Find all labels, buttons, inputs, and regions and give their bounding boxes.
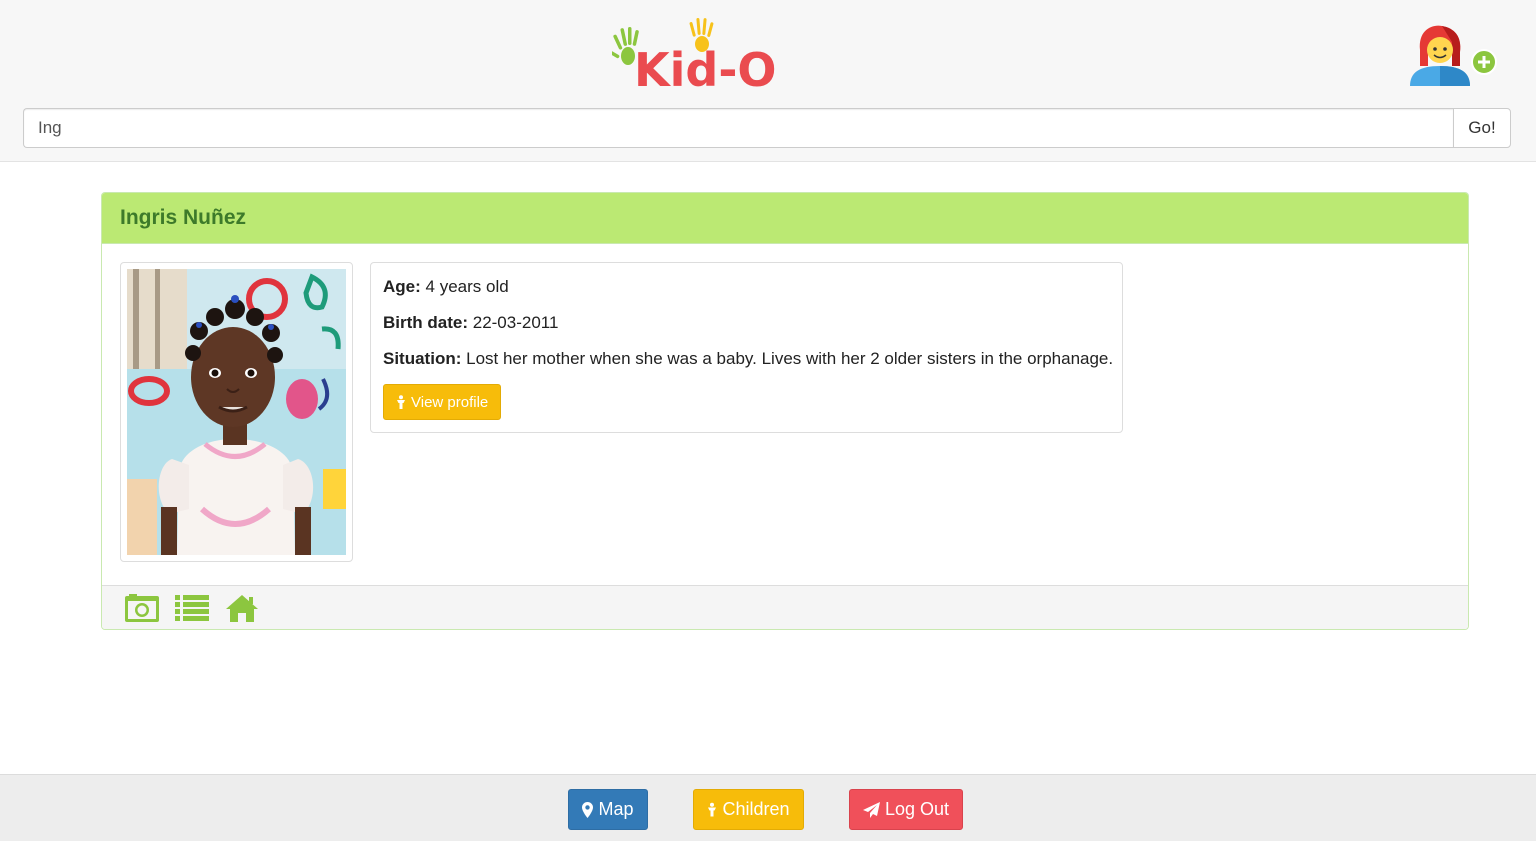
logo-text: Kid-O (634, 43, 777, 90)
birth-date-label: Birth date: (383, 313, 468, 332)
camera-icon[interactable] (124, 593, 160, 623)
search-go-button[interactable]: Go! (1453, 108, 1511, 148)
log-out-label: Log Out (884, 799, 950, 819)
children-label: Children (722, 799, 790, 819)
child-icon (397, 395, 405, 409)
logo-image: Kid-O (612, 17, 777, 90)
add-user-button[interactable] (1406, 22, 1500, 90)
child-card-heading: Ingris Nuñez (102, 193, 1468, 244)
situation-label: Situation: (383, 349, 462, 368)
child-card-body: Age: 4 years old Birth date: 22-03-2011 … (102, 244, 1468, 586)
birth-date-row: Birth date: 22-03-2011 (383, 312, 1110, 348)
children-button[interactable]: Children (693, 789, 804, 830)
search-bar: Go! (23, 108, 1511, 148)
view-profile-button[interactable]: View profile (383, 384, 502, 420)
child-card: Ingris Nuñez Age: 4 years old Birth date… (101, 192, 1469, 630)
child-name: Ingris Nuñez (120, 206, 247, 229)
view-profile-label: View profile (411, 393, 489, 411)
child-card-footer (102, 585, 1468, 629)
map-button[interactable]: Map (568, 789, 648, 830)
search-input[interactable] (23, 108, 1453, 148)
bottom-navigation: Map Children Log Out (0, 774, 1536, 841)
child-info-box: Age: 4 years old Birth date: 22-03-2011 … (370, 262, 1123, 433)
map-marker-icon (582, 801, 594, 818)
age-label: Age: (383, 277, 421, 296)
age-row: Age: 4 years old (383, 276, 1110, 312)
child-photo (127, 269, 346, 555)
child-photo-frame (120, 262, 353, 562)
map-label: Map (598, 799, 634, 819)
birth-date-value: 22-03-2011 (472, 313, 559, 332)
kid-o-logo[interactable]: Kid-O (612, 16, 798, 90)
header: Kid-O Go! (0, 0, 1536, 162)
situation-value: Lost her mother when she was a baby. Liv… (466, 349, 1114, 368)
add-user-icon (1410, 25, 1497, 86)
paper-plane-icon (862, 801, 880, 818)
home-icon[interactable] (224, 593, 260, 623)
log-out-button[interactable]: Log Out (849, 789, 963, 830)
situation-row: Situation: Lost her mother when she was … (383, 348, 1114, 384)
list-icon[interactable] (174, 593, 210, 623)
age-value: 4 years old (425, 277, 509, 296)
child-icon (708, 802, 717, 817)
